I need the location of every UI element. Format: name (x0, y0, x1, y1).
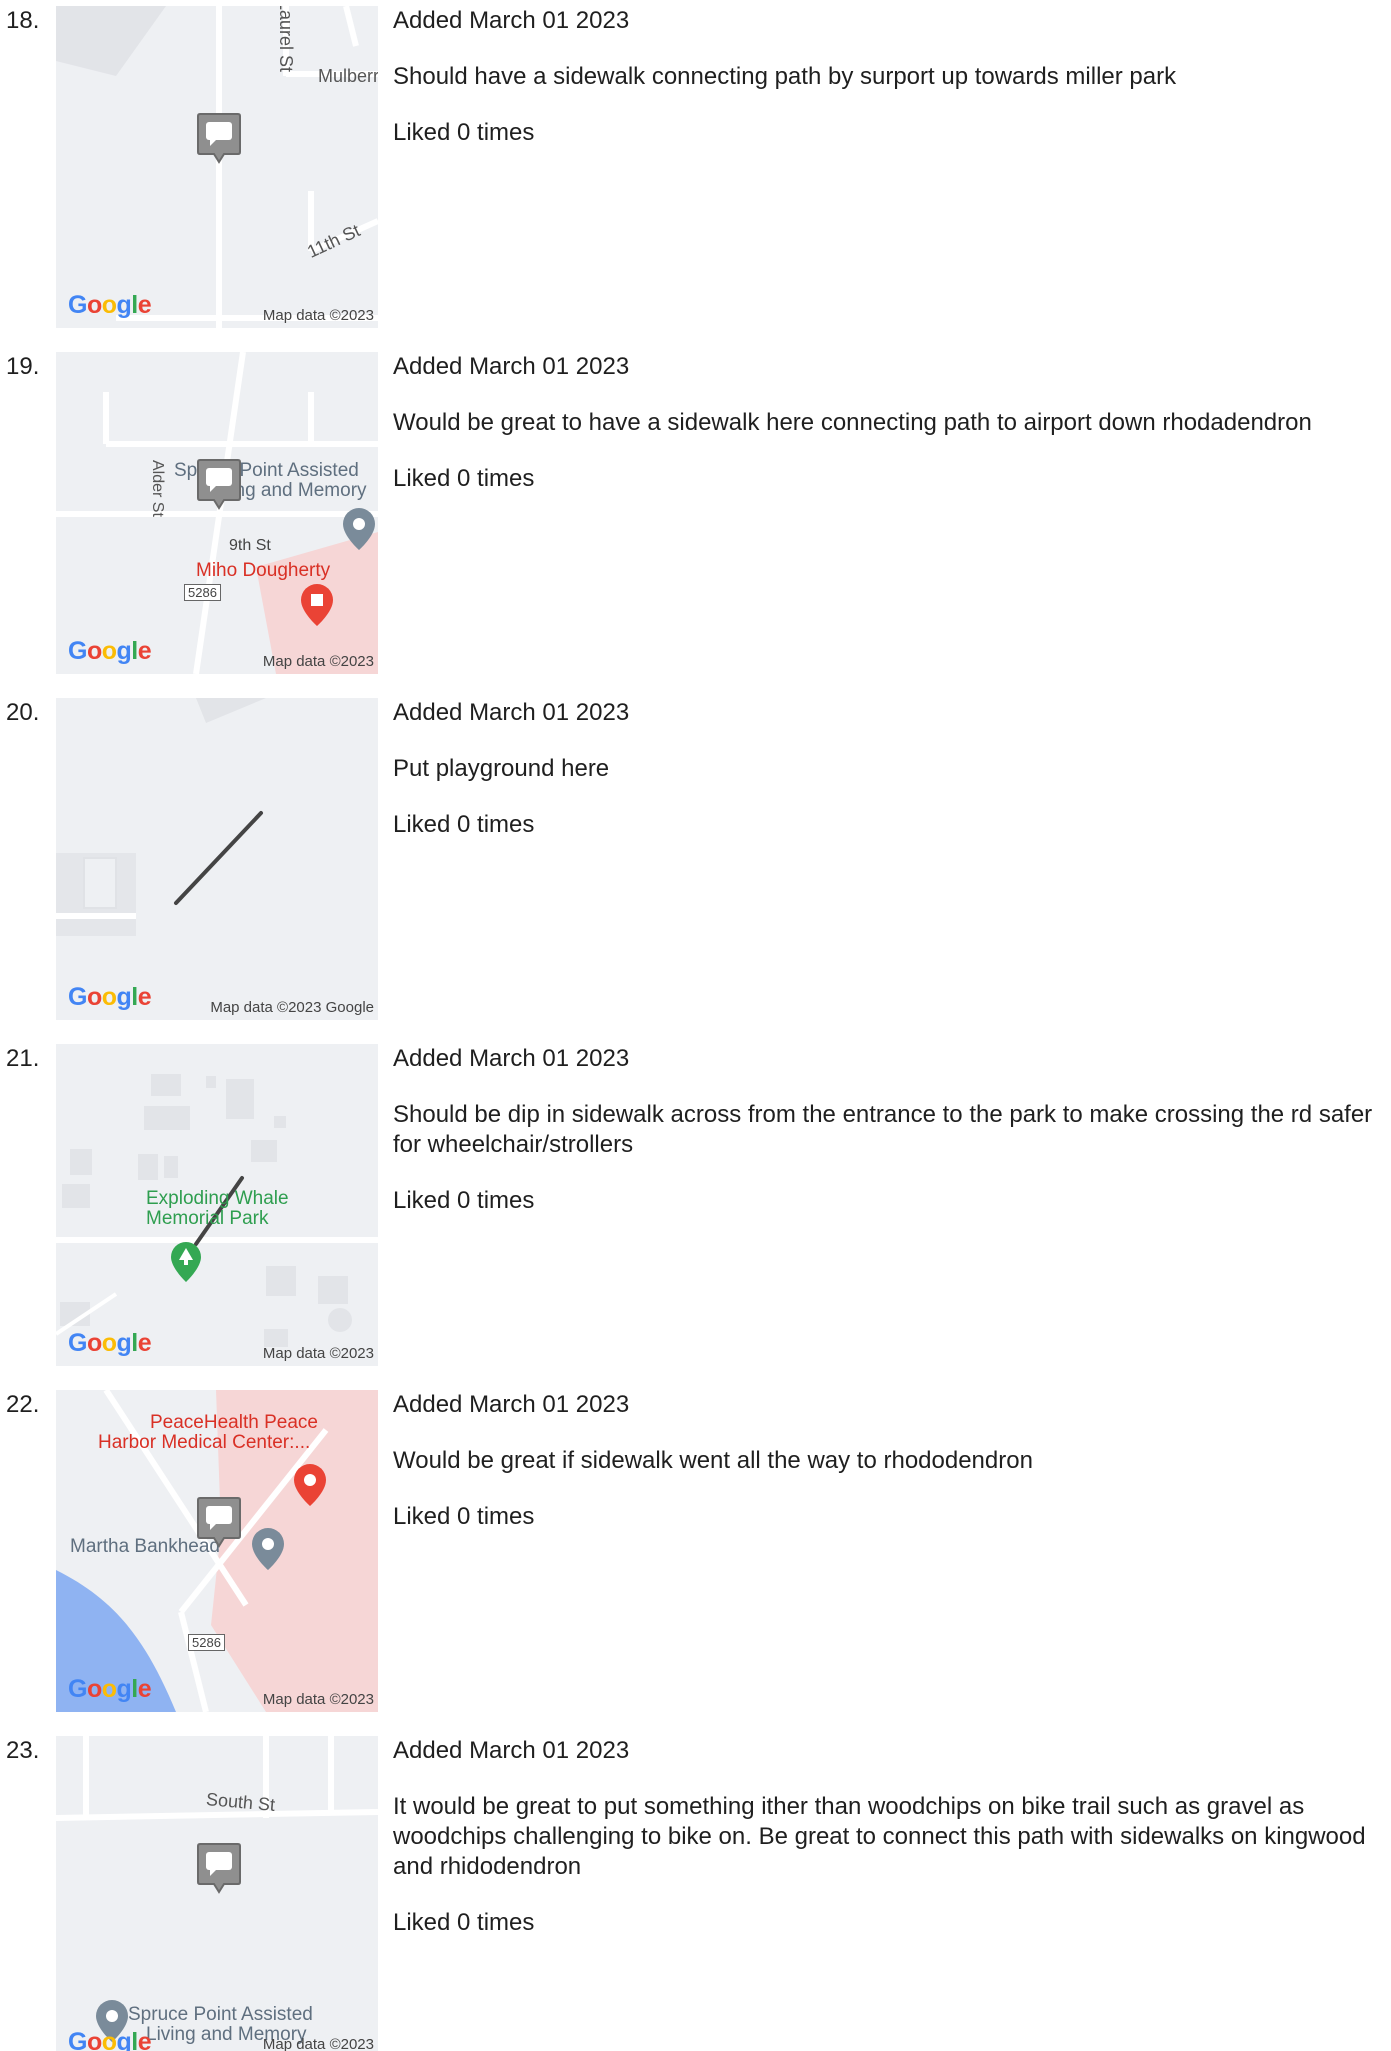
map-label: 5286 (184, 584, 221, 601)
comment-text: Would be great to have a sidewalk here c… (393, 409, 1312, 436)
comment-details: Added March 01 2023 Would be great if si… (393, 1390, 1383, 1558)
entry-number: 22. (6, 1391, 40, 1418)
comment-details: Added March 01 2023 Would be great to ha… (393, 352, 1383, 520)
added-date: Added March 01 2023 (393, 699, 630, 726)
map-attribution: Map data ©2023 (262, 653, 374, 670)
comment-entry: 22. PeaceHealth Peace Harbor Medical Cen… (0, 1390, 1391, 1720)
comment-entry: 21. Exploding Whale Memorial Park Google… (0, 1044, 1391, 1374)
comment-text: Should have a sidewalk connecting path b… (393, 63, 1177, 90)
map-thumbnail[interactable]: South St Spruce Point Assisted Living an… (56, 1736, 378, 2051)
like-count: Liked 0 times (393, 465, 535, 492)
map-label: Spruce Point Assisted (128, 2004, 313, 2025)
map-label: Alder St (149, 460, 166, 517)
map-roads (56, 698, 266, 936)
comment-entry: 19. Spruce Point Assisted Living and Mem… (0, 352, 1391, 682)
google-logo: Google (68, 291, 152, 319)
map-label: PeaceHealth Peace (150, 1412, 318, 1433)
comment-details: Added March 01 2023 Should have a sidewa… (393, 6, 1383, 174)
like-count: Liked 0 times (393, 1503, 535, 1530)
added-date: Added March 01 2023 (393, 1391, 630, 1418)
google-logo: Google (68, 637, 152, 665)
google-logo: Google (68, 1329, 152, 1357)
entry-number: 20. (6, 699, 40, 726)
comment-entry: 23. South St Spruce Point Assisted Livin… (0, 1736, 1391, 2051)
comment-details: Added March 01 2023 Should be dip in sid… (393, 1044, 1383, 1242)
map-label: Exploding Whale (146, 1188, 289, 1209)
comment-text: Put playground here (393, 755, 610, 782)
added-date: Added March 01 2023 (393, 7, 630, 34)
entry-number: 18. (6, 7, 40, 34)
entry-number: 21. (6, 1045, 40, 1072)
map-label: Harbor Medical Center:... (98, 1432, 311, 1453)
map-thumbnail[interactable]: PeaceHealth Peace Harbor Medical Center:… (56, 1390, 378, 1712)
comment-entry: 20. Google Map data ©2023 Google Added M… (0, 698, 1391, 1028)
map-attribution: Map data ©2023 (262, 1345, 374, 1362)
added-date: Added March 01 2023 (393, 1737, 630, 1764)
map-attribution: Map data ©2023 Google (210, 999, 374, 1016)
like-count: Liked 0 times (393, 1909, 535, 1936)
entry-number: 19. (6, 353, 40, 380)
entry-number: 23. (6, 1737, 40, 1764)
map-thumbnail[interactable]: Laurel St Mulberry Ln 11th St Google Map… (56, 6, 378, 328)
map-attribution: Map data ©2023 (262, 2036, 374, 2051)
map-thumbnail[interactable]: Google Map data ©2023 Google (56, 698, 378, 1020)
added-date: Added March 01 2023 (393, 353, 630, 380)
google-logo: Google (68, 1675, 152, 1703)
map-roads (56, 6, 378, 328)
map-label: Miho Dougherty (196, 560, 331, 581)
map-label: 5286 (188, 1634, 225, 1651)
map-label: Memorial Park (146, 1208, 269, 1229)
added-date: Added March 01 2023 (393, 1045, 630, 1072)
comment-entry: 18. Laurel St Mulberry Ln 11th St Google… (0, 6, 1391, 336)
map-attribution: Map data ©2023 (262, 1691, 374, 1708)
map-thumbnail[interactable]: Exploding Whale Memorial Park Google Map… (56, 1044, 378, 1366)
map-attribution: Map data ©2023 (262, 307, 374, 324)
map-thumbnail[interactable]: Spruce Point Assisted Living and Memory … (56, 352, 378, 674)
comment-text: Should be dip in sidewalk across from th… (393, 1101, 1373, 1158)
comment-details: Added March 01 2023 It would be great to… (393, 1736, 1383, 1964)
comment-text: It would be great to put something ither… (393, 1793, 1366, 1880)
like-count: Liked 0 times (393, 1187, 535, 1214)
like-count: Liked 0 times (393, 811, 535, 838)
like-count: Liked 0 times (393, 119, 535, 146)
map-label: Mulberry Ln (318, 66, 378, 86)
comment-details: Added March 01 2023 Put playground here … (393, 698, 1383, 866)
comment-text: Would be great if sidewalk went all the … (393, 1447, 1033, 1474)
map-label: 9th St (229, 537, 271, 554)
google-logo: Google (68, 983, 152, 1011)
map-label: Laurel St (276, 6, 296, 73)
google-logo: Google (68, 2028, 152, 2051)
